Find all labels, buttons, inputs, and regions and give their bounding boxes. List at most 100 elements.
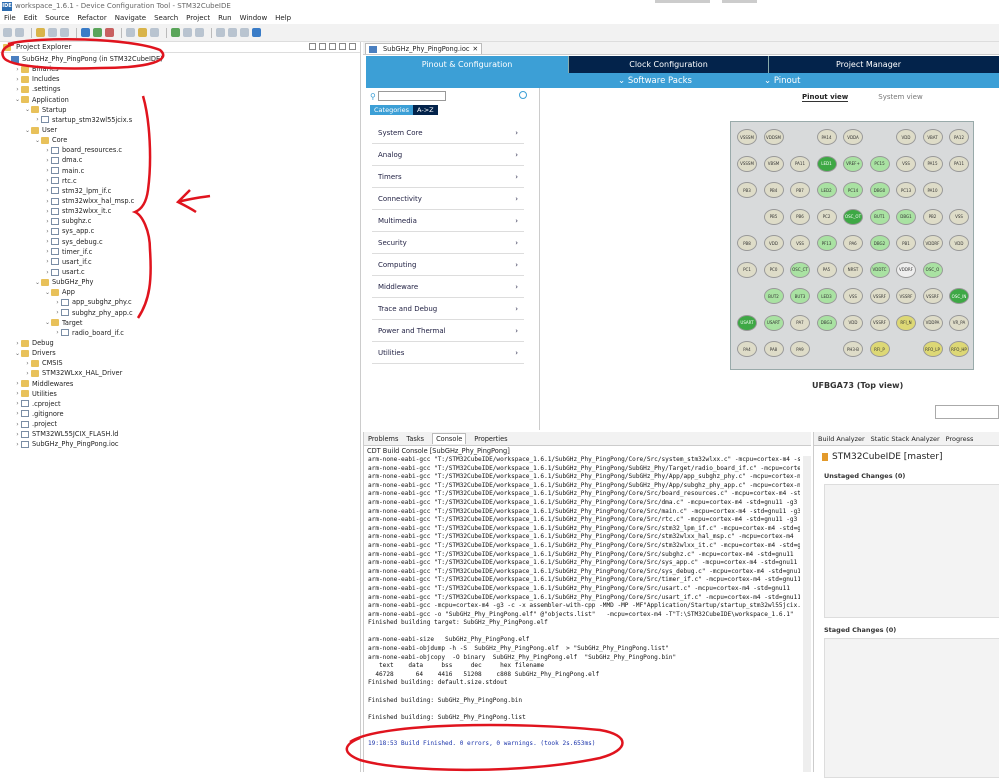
tree-item[interactable]: › stm32wlxx_hal_msp.c <box>0 196 360 206</box>
tree-item[interactable]: ⌄ App <box>0 287 360 297</box>
chip-pin[interactable]: PA15 <box>922 155 943 172</box>
properties-icon[interactable] <box>60 28 69 37</box>
category-item[interactable]: Utilities › <box>372 342 524 364</box>
chevron-right-icon[interactable]: › <box>14 441 21 448</box>
tab-pinout-configuration[interactable]: Pinout & Configuration <box>366 56 568 73</box>
chip-pin[interactable]: PH3-B <box>843 341 863 357</box>
chip-pin[interactable]: VSSRF <box>922 288 943 304</box>
console-scrollbar[interactable] <box>803 456 811 772</box>
tree-item[interactable]: › SubGHz_Phy_PingPong.ioc <box>0 439 360 449</box>
chip-pin[interactable]: PA8 <box>763 341 784 357</box>
tree-item[interactable]: › timer_if.c <box>0 247 360 257</box>
chevron-right-icon[interactable]: › <box>44 167 51 174</box>
chip-pin[interactable]: VDD <box>763 235 784 251</box>
tab-console[interactable]: Console <box>432 433 467 444</box>
chip-pin[interactable]: PA11 <box>949 155 969 172</box>
chip-pin[interactable]: VSSSM <box>737 155 757 172</box>
chip-pin[interactable]: PB4 <box>763 182 784 198</box>
chevron-down-icon[interactable]: ⌄ <box>14 96 21 103</box>
chip-pin[interactable]: USART <box>763 314 784 331</box>
tree-item[interactable]: › board_resources.c <box>0 145 360 155</box>
tree-item[interactable]: › rtc.c <box>0 176 360 186</box>
chip-pin[interactable]: VREF+ <box>843 155 863 172</box>
category-item[interactable]: Multimedia › <box>372 210 524 232</box>
chip-pin[interactable]: DBG3 <box>816 314 837 331</box>
tree-item[interactable]: › sys_app.c <box>0 226 360 236</box>
chevron-right-icon[interactable]: › <box>54 329 61 336</box>
clean-icon[interactable] <box>48 28 57 37</box>
chip-pin[interactable]: PB8 <box>737 235 757 251</box>
chip-pin[interactable]: PB5 <box>763 208 784 225</box>
chip-pin[interactable]: PF13 <box>816 235 837 251</box>
tab-static-stack-analyzer[interactable]: Static Stack Analyzer <box>871 435 940 443</box>
chip-pin[interactable]: PA6 <box>843 235 863 251</box>
chevron-right-icon[interactable]: › <box>44 228 51 235</box>
chevron-right-icon[interactable]: › <box>54 309 61 316</box>
chevron-right-icon[interactable]: › <box>14 340 21 347</box>
tree-item[interactable]: › subghz_phy_app.c <box>0 308 360 318</box>
chip-pin[interactable]: PB2 <box>922 208 943 225</box>
tree-item[interactable]: ⌄ Application <box>0 95 360 105</box>
chip-pin[interactable]: VSS <box>843 288 863 304</box>
stop-icon[interactable] <box>105 28 114 37</box>
chip-pin[interactable]: PC13 <box>896 182 916 198</box>
chip-pin[interactable]: PA4 <box>737 341 757 357</box>
project-explorer-tab[interactable]: Project Explorer <box>3 43 71 51</box>
chevron-down-icon[interactable]: ⌄ <box>24 127 31 134</box>
forward-icon[interactable] <box>228 28 237 37</box>
software-packs-menu[interactable]: ⌄ Software Packs <box>618 76 692 86</box>
chip-pin[interactable]: OSC_IN <box>949 288 969 304</box>
chip-pin[interactable]: VR_PA <box>949 314 969 331</box>
chip-pin[interactable]: VDDRF <box>922 235 943 251</box>
tree-item[interactable]: › .gitignore <box>0 409 360 419</box>
categories-button[interactable]: Categories <box>370 105 414 115</box>
chip-pin[interactable]: OSC_O <box>922 261 943 278</box>
chip-pin[interactable]: PB1 <box>896 235 916 251</box>
chip-pin[interactable]: OSC_CT <box>790 261 810 278</box>
debug-icon[interactable] <box>81 28 90 37</box>
chip-pin[interactable]: RFO_HP <box>949 341 969 357</box>
chip-pin[interactable]: PA10 <box>922 182 943 198</box>
tree-item[interactable]: › STM32WLxx_HAL_Driver <box>0 368 360 378</box>
tab-project-manager[interactable]: Project Manager <box>768 56 968 73</box>
chevron-right-icon[interactable]: › <box>14 86 21 93</box>
menu-source[interactable]: Source <box>45 14 69 22</box>
chevron-right-icon[interactable]: › <box>24 360 31 367</box>
menu-refactor[interactable]: Refactor <box>77 14 106 22</box>
pinout-view-tab[interactable]: Pinout view <box>802 93 849 102</box>
category-item[interactable]: Power and Thermal › <box>372 320 524 342</box>
chevron-down-icon[interactable]: ⌄ <box>34 279 41 286</box>
pinout-menu[interactable]: ⌄ Pinout <box>764 76 800 86</box>
tree-item[interactable]: ⌄ SubGHz_Phy_PingPong (in STM32CubeIDE) <box>0 54 360 64</box>
chip-pin[interactable]: PA9 <box>790 341 810 357</box>
build-icon[interactable] <box>36 28 45 37</box>
category-item[interactable]: Analog › <box>372 144 524 166</box>
menu-run[interactable]: Run <box>218 14 231 22</box>
run-icon[interactable] <box>93 28 102 37</box>
chip-pin[interactable]: LED3 <box>816 288 837 304</box>
chevron-right-icon[interactable]: › <box>14 66 21 73</box>
chevron-right-icon[interactable]: › <box>44 258 51 265</box>
menu-help[interactable]: Help <box>275 14 291 22</box>
chip-pin[interactable]: PC0 <box>763 261 784 278</box>
chip-pin[interactable]: VDDA <box>843 129 863 145</box>
chip-pin[interactable]: VSS <box>790 235 810 251</box>
tree-item[interactable]: › Includes <box>0 74 360 84</box>
chevron-right-icon[interactable]: › <box>44 157 51 164</box>
pin-search-input[interactable] <box>935 405 999 419</box>
tree-item[interactable]: › main.c <box>0 166 360 176</box>
tree-item[interactable]: ⌄ Drivers <box>0 348 360 358</box>
menu-edit[interactable]: Edit <box>24 14 38 22</box>
chip-pin[interactable]: USART <box>737 314 757 331</box>
category-item[interactable]: Security › <box>372 232 524 254</box>
staged-list[interactable] <box>824 638 999 778</box>
category-search-input[interactable] <box>377 91 446 101</box>
tree-item[interactable]: › Debug <box>0 338 360 348</box>
chevron-right-icon[interactable]: › <box>44 208 51 215</box>
chip-pin[interactable]: PA11 <box>790 155 810 172</box>
chevron-right-icon[interactable]: › <box>14 421 21 428</box>
az-button[interactable]: A->Z <box>413 105 438 115</box>
chip-pin[interactable]: PA12 <box>949 129 969 145</box>
chevron-right-icon[interactable]: › <box>44 177 51 184</box>
chip-pin[interactable]: PC1 <box>737 261 757 278</box>
